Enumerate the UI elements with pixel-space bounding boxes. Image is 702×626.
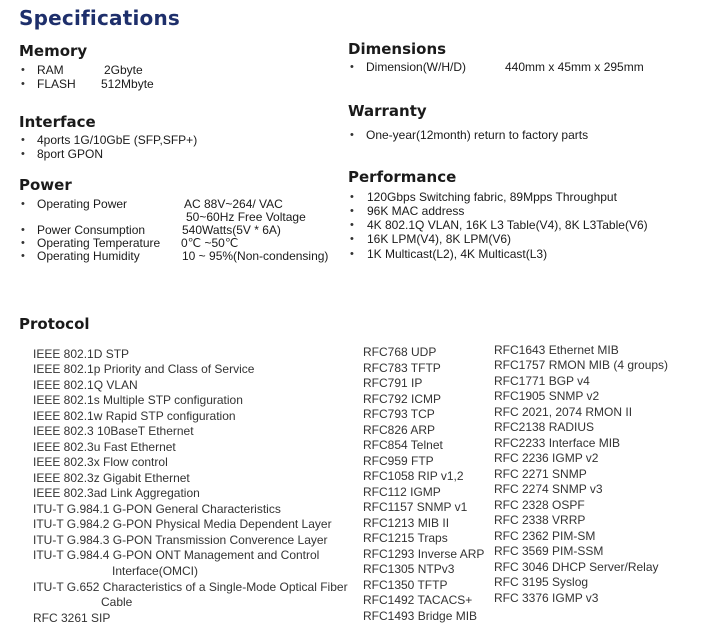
protocol-item: IEEE 802.3u Fast Ethernet bbox=[33, 440, 176, 454]
bullet-icon: • bbox=[350, 233, 354, 245]
interface-item: 8port GPON bbox=[37, 147, 104, 161]
protocol-item: RFC 2271 SNMP bbox=[494, 467, 587, 481]
memory-heading: Memory bbox=[19, 42, 88, 60]
protocol-item: RFC1493 Bridge MIB bbox=[363, 609, 478, 623]
protocol-item: RFC826 ARP bbox=[363, 423, 436, 437]
protocol-item: RFC1757 RMON MIB (4 groups) bbox=[494, 358, 669, 372]
protocol-item: RFC791 IP bbox=[363, 376, 423, 390]
protocol-item: RFC1350 TFTP bbox=[363, 578, 448, 592]
protocol-item-continuation: Cable bbox=[101, 595, 133, 609]
memory-value: 512Mbyte bbox=[101, 77, 154, 91]
warranty-item: One-year(12month) return to factory part… bbox=[366, 128, 589, 142]
protocol-item: ITU-T G.652 Characteristics of a Single-… bbox=[33, 580, 348, 594]
protocol-item-continuation: Interface(OMCI) bbox=[112, 564, 199, 578]
protocol-item: IEEE 802.3ad Link Aggregation bbox=[33, 486, 200, 500]
protocol-heading: Protocol bbox=[19, 315, 90, 333]
protocol-item: RFC112 IGMP bbox=[363, 485, 441, 499]
protocol-item: ITU-T G.984.4 G-PON ONT Management and C… bbox=[33, 548, 320, 562]
protocol-item: RFC1492 TACACS+ bbox=[363, 593, 473, 607]
warranty-heading: Warranty bbox=[348, 102, 427, 120]
protocol-item: IEEE 802.1p Priority and Class of Servic… bbox=[33, 362, 255, 376]
power-heading: Power bbox=[19, 176, 72, 194]
memory-label: RAM bbox=[37, 63, 64, 77]
dimension-label: Dimension(W/H/D) bbox=[366, 60, 467, 74]
protocol-item: ITU-T G.984.2 G-PON Physical Media Depen… bbox=[33, 517, 332, 531]
protocol-item: ITU-T G.984.1 G-PON General Characterist… bbox=[33, 502, 281, 516]
bullet-icon: • bbox=[21, 250, 25, 262]
protocol-item: RFC2138 RADIUS bbox=[494, 420, 595, 434]
protocol-item: IEEE 802.3 10BaseT Ethernet bbox=[33, 424, 194, 438]
protocol-item: RFC 2362 PIM-SM bbox=[494, 529, 596, 543]
memory-value: 2Gbyte bbox=[104, 63, 143, 77]
performance-item: 1K Multicast(L2), 4K Multicast(L3) bbox=[367, 247, 548, 261]
protocol-item: RFC 3376 IGMP v3 bbox=[494, 591, 599, 605]
bullet-icon: • bbox=[21, 148, 25, 160]
protocol-item: RFC783 TFTP bbox=[363, 361, 441, 375]
bullet-icon: • bbox=[21, 64, 25, 76]
bullet-icon: • bbox=[350, 205, 354, 217]
protocol-item: RFC793 TCP bbox=[363, 407, 435, 421]
protocol-item: RFC1213 MIB II bbox=[363, 516, 450, 530]
power-value: 10 ~ 95%(Non-condensing) bbox=[182, 249, 329, 263]
interface-item: 4ports 1G/10GbE (SFP,SFP+) bbox=[37, 133, 198, 147]
power-label: Operating Humidity bbox=[37, 249, 140, 263]
bullet-icon: • bbox=[350, 191, 354, 203]
bullet-icon: • bbox=[350, 61, 354, 73]
interface-heading: Interface bbox=[19, 113, 96, 131]
protocol-item: RFC1905 SNMP v2 bbox=[494, 389, 600, 403]
protocol-item: RFC1157 SNMP v1 bbox=[363, 500, 468, 514]
protocol-item: RFC2233 Interface MIB bbox=[494, 436, 621, 450]
protocol-item: RFC1215 Traps bbox=[363, 531, 448, 545]
protocol-item: IEEE 802.3z Gigabit Ethernet bbox=[33, 471, 190, 485]
protocol-item: IEEE 802.1w Rapid STP configuration bbox=[33, 409, 236, 423]
performance-item: 4K 802.1Q VLAN, 16K L3 Table(V4), 8K L3T… bbox=[367, 218, 648, 232]
memory-label: FLASH bbox=[37, 77, 76, 91]
performance-heading: Performance bbox=[348, 168, 457, 186]
bullet-icon: • bbox=[21, 237, 25, 249]
protocol-item: RFC1305 NTPv3 bbox=[363, 562, 455, 576]
dimensions-heading: Dimensions bbox=[348, 40, 447, 58]
protocol-item: IEEE 802.1Q VLAN bbox=[33, 378, 138, 392]
protocol-item: RFC 2021, 2074 RMON II bbox=[494, 405, 633, 419]
protocol-item: RFC 3195 Syslog bbox=[494, 575, 589, 589]
protocol-item: RFC 2274 SNMP v3 bbox=[494, 482, 603, 496]
bullet-icon: • bbox=[21, 198, 25, 210]
protocol-item: RFC854 Telnet bbox=[363, 438, 443, 452]
protocol-item: RFC1643 Ethernet MIB bbox=[494, 343, 619, 357]
performance-item: 96K MAC address bbox=[367, 204, 465, 218]
protocol-item: RFC 3569 PIM-SSM bbox=[494, 544, 604, 558]
protocol-item: RFC959 FTP bbox=[363, 454, 434, 468]
bullet-icon: • bbox=[350, 129, 354, 141]
protocol-item: RFC1771 BGP v4 bbox=[494, 374, 590, 388]
protocol-item: ITU-T G.984.3 G-PON Transmission Convere… bbox=[33, 533, 328, 547]
protocol-item: RFC792 ICMP bbox=[363, 392, 442, 406]
power-label: Operating Power bbox=[37, 197, 128, 211]
bullet-icon: • bbox=[21, 134, 25, 146]
bullet-icon: • bbox=[350, 219, 354, 231]
protocol-item: RFC1058 RIP v1,2 bbox=[363, 469, 464, 483]
protocol-item: RFC768 UDP bbox=[363, 345, 437, 359]
protocol-item: RFC1293 Inverse ARP bbox=[363, 547, 485, 561]
performance-item: 16K LPM(V4), 8K LPM(V6) bbox=[367, 232, 512, 246]
protocol-item: RFC 2236 IGMP v2 bbox=[494, 451, 599, 465]
bullet-icon: • bbox=[21, 78, 25, 90]
performance-item: 120Gbps Switching fabric, 89Mpps Through… bbox=[367, 190, 617, 204]
page-title: Specifications bbox=[19, 6, 181, 30]
protocol-item: RFC 2338 VRRP bbox=[494, 513, 586, 527]
dimension-value: 440mm x 45mm x 295mm bbox=[505, 60, 644, 74]
protocol-item: RFC 3261 SIP bbox=[33, 611, 111, 625]
protocol-item: RFC 3046 DHCP Server/Relay bbox=[494, 560, 659, 574]
protocol-item: IEEE 802.1D STP bbox=[33, 347, 130, 361]
bullet-icon: • bbox=[350, 248, 354, 260]
protocol-item: IEEE 802.1s Multiple STP configuration bbox=[33, 393, 243, 407]
protocol-item: IEEE 802.3x Flow control bbox=[33, 455, 168, 469]
bullet-icon: • bbox=[21, 224, 25, 236]
protocol-item: RFC 2328 OSPF bbox=[494, 498, 585, 512]
